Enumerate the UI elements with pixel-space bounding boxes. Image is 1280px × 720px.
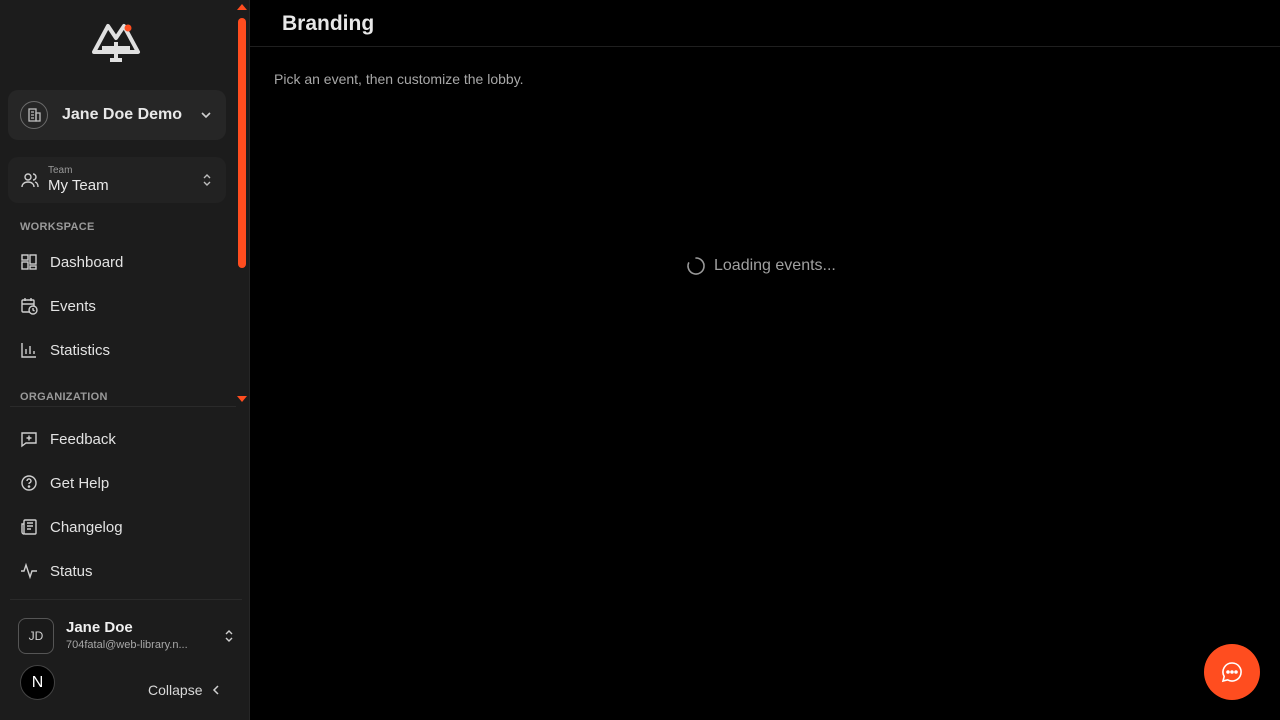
sidebar-item-changelog[interactable]: Changelog (12, 509, 228, 545)
user-menu[interactable]: JD Jane Doe 704fatal@web-library.n... (18, 616, 236, 656)
users-icon (21, 173, 39, 188)
feedback-icon (21, 432, 37, 448)
footer-divider (10, 599, 242, 600)
sidebar-item-label: Dashboard (50, 253, 124, 271)
page-subtitle: Pick an event, then customize the lobby. (274, 71, 524, 87)
bar-chart-icon (21, 343, 36, 358)
chat-button[interactable] (1204, 644, 1260, 700)
sidebar-item-get-help[interactable]: Get Help (12, 465, 228, 501)
loading-indicator: Loading events... (686, 256, 836, 276)
user-email: 704fatal@web-library.n... (66, 639, 188, 651)
sidebar-item-label: Get Help (50, 474, 110, 492)
user-name: Jane Doe (66, 619, 133, 636)
team-name: My Team (48, 177, 109, 194)
sidebar-item-status[interactable]: Status (12, 553, 228, 589)
sidebar-item-label: Changelog (50, 518, 123, 536)
sidebar-item-label: Statistics (50, 341, 111, 359)
chevron-up-down-icon (203, 174, 211, 186)
section-label-workspace: WORKSPACE (20, 221, 95, 233)
avatar: JD (18, 618, 54, 654)
spinner-icon (687, 257, 705, 275)
chevron-up-down-icon (225, 630, 233, 642)
n-badge[interactable]: N (20, 665, 55, 700)
section-divider (10, 406, 236, 407)
chevron-down-icon (201, 112, 211, 119)
sidebar-item-feedback[interactable]: Feedback (12, 421, 228, 457)
scroll-down-arrow-icon[interactable] (237, 396, 247, 402)
newspaper-icon (21, 519, 37, 535)
chevron-left-icon (213, 685, 220, 695)
sidebar-item-dashboard[interactable]: Dashboard (12, 244, 228, 280)
team-select[interactable]: Team My Team (8, 157, 226, 203)
sidebar-item-label: Feedback (50, 430, 116, 448)
chat-bubble-icon (1221, 662, 1242, 683)
sidebar-item-label: Events (50, 297, 96, 315)
collapse-button[interactable]: Collapse (148, 680, 222, 700)
section-label-organization: ORGANIZATION (20, 391, 108, 403)
collapse-label: Collapse (148, 682, 203, 698)
loading-text: Loading events... (714, 257, 836, 274)
dashboard-icon (21, 254, 37, 270)
activity-icon (21, 562, 37, 580)
scrollbar-thumb[interactable] (238, 18, 246, 268)
calendar-clock-icon (21, 298, 38, 315)
sidebar-item-label: Status (50, 562, 93, 580)
sidebar: Jane Doe Demo Team My Team WORKSPACE Das… (0, 0, 250, 720)
sidebar-item-statistics[interactable]: Statistics (12, 332, 228, 368)
app-logo[interactable] (88, 18, 144, 64)
organization-select[interactable]: Jane Doe Demo (8, 90, 226, 140)
sidebar-item-events[interactable]: Events (12, 288, 228, 324)
help-circle-icon (21, 475, 37, 491)
page-title: Branding (282, 12, 375, 35)
scroll-up-arrow-icon[interactable] (237, 4, 247, 10)
building-icon (20, 101, 48, 129)
page-header: Branding (250, 0, 1280, 47)
team-caption: Team (48, 165, 73, 176)
organization-name: Jane Doe Demo (62, 106, 183, 123)
